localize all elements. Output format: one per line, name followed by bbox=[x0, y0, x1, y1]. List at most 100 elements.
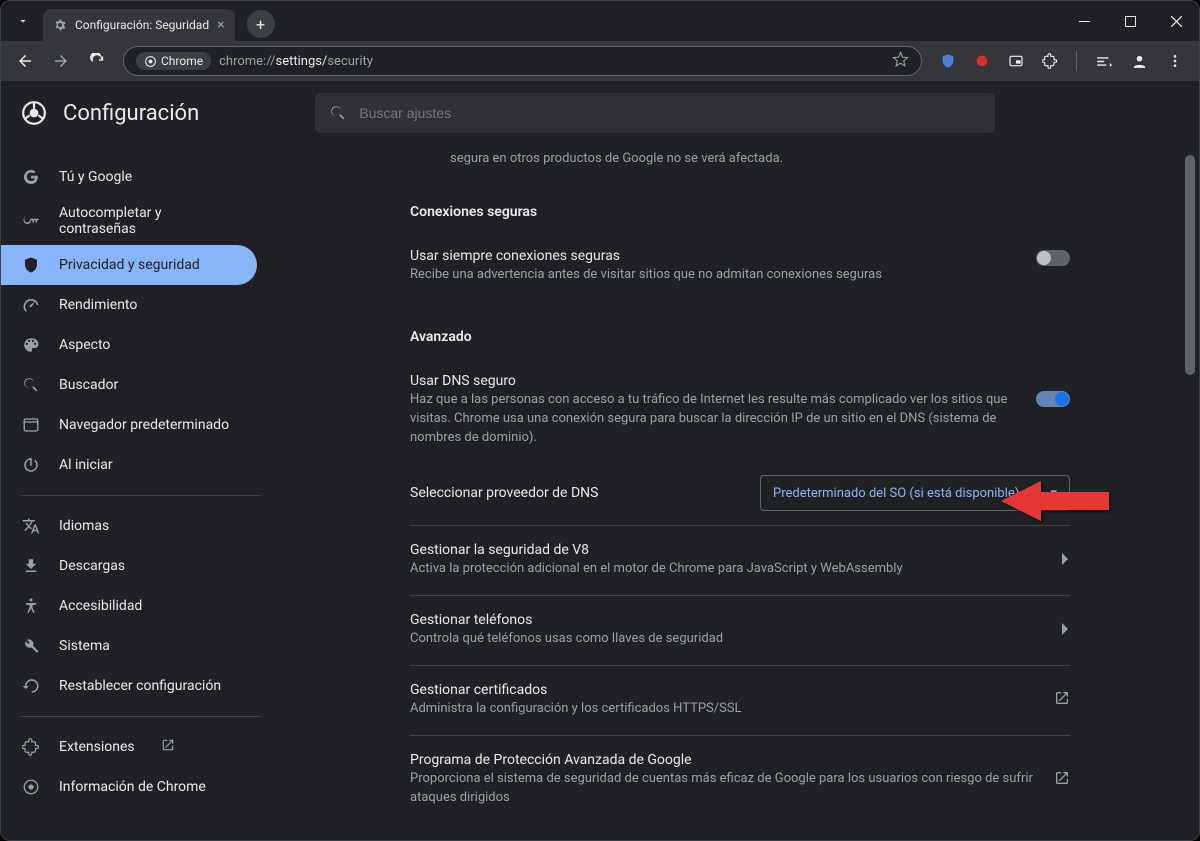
close-window-button[interactable] bbox=[1153, 1, 1199, 41]
setting-secure-dns: Usar DNS seguro Haz que a las personas c… bbox=[410, 359, 1070, 462]
always-https-toggle[interactable] bbox=[1036, 250, 1070, 266]
chevron-down-icon bbox=[17, 15, 29, 27]
external-link-icon bbox=[1054, 770, 1070, 790]
bookmark-button[interactable] bbox=[892, 51, 909, 72]
reload-button[interactable] bbox=[81, 45, 113, 77]
advanced-protection-row[interactable]: Programa de Protección Avanzada de Googl… bbox=[410, 735, 1070, 824]
menu-button[interactable] bbox=[1159, 45, 1191, 77]
section-title-secure-connections: Conexiones seguras bbox=[410, 204, 1070, 220]
setting-label: Gestionar la seguridad de V8 bbox=[410, 542, 1062, 558]
sidebar-item-default-browser[interactable]: Navegador predeterminado bbox=[1, 405, 257, 445]
sidebar-item-about-chrome[interactable]: Información de Chrome bbox=[1, 767, 257, 807]
sidebar-divider bbox=[21, 495, 261, 496]
sidebar-item-autofill[interactable]: Autocompletar y contraseñas bbox=[1, 197, 257, 245]
wrench-icon bbox=[21, 636, 41, 656]
sidebar-item-label: Al iniciar bbox=[59, 457, 113, 473]
chrome-icon bbox=[21, 777, 41, 797]
manage-v8-security-row[interactable]: Gestionar la seguridad de V8 Activa la p… bbox=[410, 525, 1070, 595]
url-text: chrome://settings/security bbox=[219, 54, 373, 69]
back-button[interactable] bbox=[9, 45, 41, 77]
divider bbox=[1076, 51, 1077, 71]
site-chip[interactable]: Chrome bbox=[136, 52, 211, 70]
maximize-button[interactable] bbox=[1107, 1, 1153, 41]
search-icon bbox=[21, 375, 41, 395]
sidebar-item-label: Rendimiento bbox=[59, 297, 137, 313]
google-g-icon bbox=[21, 167, 41, 187]
sidebar-item-reset[interactable]: Restablecer configuración bbox=[1, 666, 257, 706]
select-value: Predeterminado del SO (si está disponibl… bbox=[773, 486, 1019, 501]
toolbar: Chrome chrome://settings/security bbox=[1, 41, 1199, 81]
sidebar-item-search-engine[interactable]: Buscador bbox=[1, 365, 257, 405]
forward-button[interactable] bbox=[45, 45, 77, 77]
sidebar-item-label: Accesibilidad bbox=[59, 598, 142, 614]
sidebar-item-label: Sistema bbox=[59, 638, 110, 654]
window-controls bbox=[1061, 1, 1199, 41]
adblock-extension-icon[interactable] bbox=[966, 45, 998, 77]
sidebar-item-label: Buscador bbox=[59, 377, 118, 393]
dns-provider-label: Seleccionar proveedor de DNS bbox=[410, 485, 598, 501]
sidebar-item-label: Tú y Google bbox=[59, 169, 132, 185]
settings-content: segura en otros productos de Google no s… bbox=[281, 145, 1199, 840]
chevron-down-icon: ▾ bbox=[1050, 486, 1057, 501]
secure-dns-toggle[interactable] bbox=[1036, 391, 1070, 407]
tab-search-button[interactable] bbox=[9, 7, 37, 35]
sidebar-item-privacy-security[interactable]: Privacidad y seguridad bbox=[1, 245, 257, 285]
palette-icon bbox=[21, 335, 41, 355]
app-title: Configuración bbox=[63, 101, 199, 126]
sidebar-item-performance[interactable]: Rendimiento bbox=[1, 285, 257, 325]
sidebar-item-label: Descargas bbox=[59, 558, 125, 574]
omnibox[interactable]: Chrome chrome://settings/security bbox=[123, 46, 922, 76]
scrollbar-thumb[interactable] bbox=[1185, 155, 1195, 375]
setting-sub: Haz que a las personas con acceso a tu t… bbox=[410, 391, 1020, 448]
dns-provider-select[interactable]: Predeterminado del SO (si está disponibl… bbox=[760, 475, 1070, 511]
external-link-icon bbox=[161, 738, 175, 756]
key-icon bbox=[21, 211, 41, 231]
manage-phones-row[interactable]: Gestionar teléfonos Controla qué teléfon… bbox=[410, 595, 1070, 665]
sidebar-item-accessibility[interactable]: Accesibilidad bbox=[1, 586, 257, 626]
search-settings-input[interactable] bbox=[359, 105, 981, 121]
manage-certificates-row[interactable]: Gestionar certificados Administra la con… bbox=[410, 665, 1070, 735]
translate-icon bbox=[21, 516, 41, 536]
minimize-button[interactable] bbox=[1061, 1, 1107, 41]
sidebar-item-languages[interactable]: Idiomas bbox=[1, 506, 257, 546]
chrome-icon bbox=[144, 55, 157, 68]
search-icon bbox=[329, 104, 347, 122]
browser-tab[interactable]: Configuración: Seguridad × bbox=[43, 9, 235, 41]
side-panel-button[interactable] bbox=[1087, 45, 1119, 77]
extensions-button[interactable] bbox=[1034, 45, 1066, 77]
titlebar: Configuración: Seguridad × + bbox=[1, 1, 1199, 41]
pip-extension-icon[interactable] bbox=[1000, 45, 1032, 77]
power-icon bbox=[21, 455, 41, 475]
shield-icon bbox=[21, 255, 41, 275]
tab-close-button[interactable]: × bbox=[217, 17, 224, 33]
browser-icon bbox=[21, 415, 41, 435]
tab-title: Configuración: Seguridad bbox=[75, 18, 209, 32]
sidebar-item-on-startup[interactable]: Al iniciar bbox=[1, 445, 257, 485]
new-tab-button[interactable]: + bbox=[247, 10, 275, 38]
sidebar-item-label: Idiomas bbox=[59, 518, 109, 534]
extension-icons bbox=[932, 45, 1066, 77]
sidebar-item-extensions[interactable]: Extensiones bbox=[1, 727, 257, 767]
sidebar-item-label: Aspecto bbox=[59, 337, 110, 353]
sidebar-item-label: Autocompletar y contraseñas bbox=[59, 205, 237, 237]
external-link-icon bbox=[1054, 690, 1070, 710]
sidebar-item-appearance[interactable]: Aspecto bbox=[1, 325, 257, 365]
gear-icon bbox=[53, 18, 67, 32]
sidebar-item-downloads[interactable]: Descargas bbox=[1, 546, 257, 586]
setting-sub: Recibe una advertencia antes de visitar … bbox=[410, 266, 1020, 285]
setting-label: Usar siempre conexiones seguras bbox=[410, 248, 1020, 264]
sidebar-item-label: Privacidad y seguridad bbox=[59, 257, 200, 273]
shield-extension-icon[interactable] bbox=[932, 45, 964, 77]
sidebar-item-system[interactable]: Sistema bbox=[1, 626, 257, 666]
app-header: Configuración bbox=[1, 81, 1199, 145]
setting-label: Gestionar teléfonos bbox=[410, 612, 1062, 628]
search-settings[interactable] bbox=[315, 93, 995, 133]
chrome-logo-icon bbox=[21, 100, 47, 126]
speedometer-icon bbox=[21, 295, 41, 315]
setting-sub: Activa la protección adicional en el mot… bbox=[410, 560, 1062, 579]
sidebar: Tú y Google Autocompletar y contraseñas … bbox=[1, 145, 281, 840]
sidebar-item-label: Navegador predeterminado bbox=[59, 417, 229, 433]
scrollbar[interactable] bbox=[1183, 145, 1197, 840]
profile-button[interactable] bbox=[1123, 45, 1155, 77]
sidebar-item-you-and-google[interactable]: Tú y Google bbox=[1, 157, 257, 197]
